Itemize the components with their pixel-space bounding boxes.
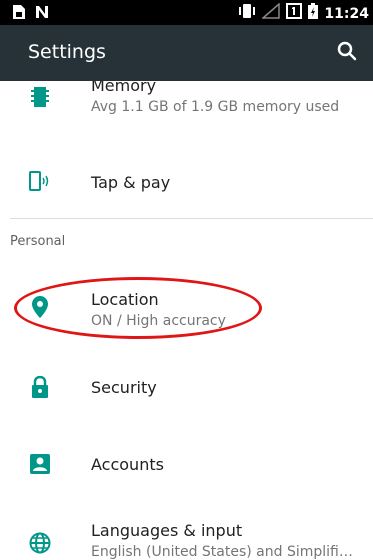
app-toolbar: Settings xyxy=(0,25,373,81)
settings-item-location[interactable]: Location ON / High accuracy xyxy=(0,277,373,339)
page-title: Settings xyxy=(28,41,106,63)
tap-pay-icon xyxy=(28,169,52,193)
settings-item-title: Memory xyxy=(91,81,157,95)
nfc-n-icon xyxy=(34,4,50,25)
settings-item-summary: English (United States) and Simplifi… xyxy=(91,544,353,560)
battery-icon xyxy=(308,3,319,24)
signal-icon xyxy=(261,2,281,24)
search-button[interactable] xyxy=(331,37,363,69)
status-right-icons: 11:24 xyxy=(238,2,369,24)
memory-chip-icon xyxy=(28,85,52,109)
settings-item-title: Location xyxy=(91,290,159,309)
status-time: 11:24 xyxy=(324,5,369,22)
settings-item-languages[interactable]: Languages & input English (United States… xyxy=(0,511,373,560)
settings-item-summary: Avg 1.1 GB of 1.9 GB memory used xyxy=(91,99,340,115)
lock-icon xyxy=(28,375,52,399)
status-bar: 11:24 xyxy=(0,0,373,25)
settings-item-title: Accounts xyxy=(91,455,164,474)
settings-item-security[interactable]: Security xyxy=(0,359,373,415)
settings-item-memory[interactable]: Memory Avg 1.1 GB of 1.9 GB memory used xyxy=(0,81,373,133)
account-box-icon xyxy=(28,452,52,476)
settings-item-title: Tap & pay xyxy=(91,173,171,192)
settings-item-tap-pay[interactable]: Tap & pay xyxy=(0,153,373,209)
search-icon xyxy=(337,41,357,66)
settings-item-summary: ON / High accuracy xyxy=(91,313,226,329)
section-divider xyxy=(10,218,373,219)
location-pin-icon xyxy=(28,295,52,319)
sim-icon xyxy=(12,4,26,25)
sim-1-icon xyxy=(286,3,303,24)
settings-item-title: Security xyxy=(91,378,157,397)
globe-icon xyxy=(28,531,52,555)
section-header-personal: Personal xyxy=(10,234,66,249)
settings-list[interactable]: Memory Avg 1.1 GB of 1.9 GB memory used … xyxy=(0,81,373,560)
vibrate-icon xyxy=(238,3,256,24)
settings-item-accounts[interactable]: Accounts xyxy=(0,436,373,492)
settings-item-title: Languages & input xyxy=(91,521,243,540)
status-left-icons xyxy=(12,4,50,25)
